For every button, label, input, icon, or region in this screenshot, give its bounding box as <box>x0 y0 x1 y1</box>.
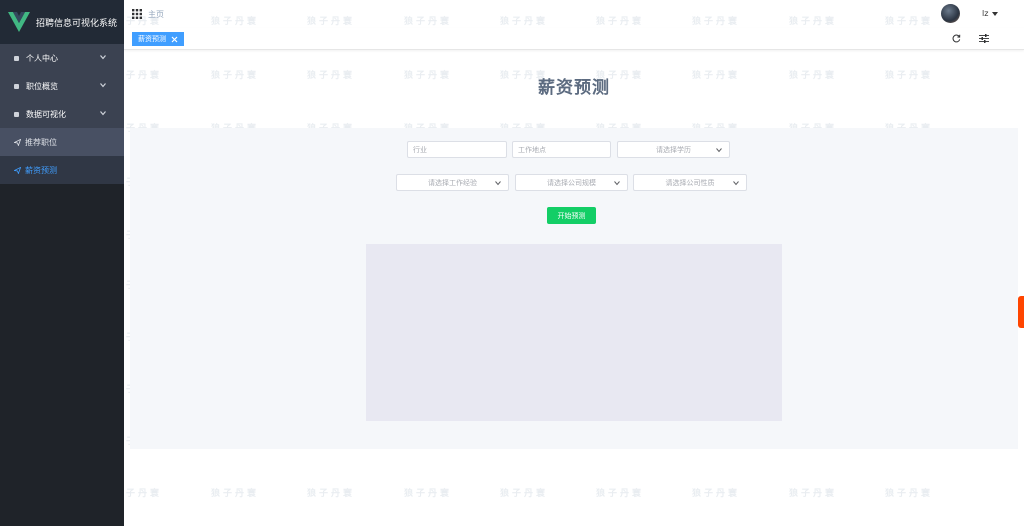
app-title: 招聘信息可视化系统 <box>36 18 118 29</box>
apps-grid-icon[interactable] <box>132 9 142 19</box>
tag-label: 薪资预测 <box>138 35 166 43</box>
watermark-text: 狼子丹寰 <box>500 489 549 499</box>
sidebar-item-data-visualization[interactable]: 数据可视化 <box>0 100 124 128</box>
menu-square-icon <box>14 83 19 89</box>
tags-view: 薪资预测 <box>124 28 1024 50</box>
watermark-text: 狼子丹寰 <box>596 489 645 499</box>
chevron-down-icon <box>614 181 620 186</box>
chevron-down-icon <box>495 181 501 186</box>
floating-side-tab[interactable] <box>1018 296 1024 328</box>
industry-input[interactable]: 行业 <box>407 141 507 158</box>
sidebar-item-label: 个人中心 <box>26 53 58 63</box>
location-input[interactable]: 工作地点 <box>512 141 611 158</box>
chevron-down-icon <box>100 111 106 116</box>
tag-salary-prediction[interactable]: 薪资预测 <box>132 32 184 46</box>
company-type-select[interactable]: 请选择公司性质 <box>633 174 747 191</box>
education-select[interactable]: 请选择学历 <box>617 141 730 158</box>
chevron-down-icon <box>100 83 106 88</box>
company-size-select[interactable]: 请选择公司规模 <box>515 174 628 191</box>
vue-logo-icon <box>8 12 30 32</box>
start-prediction-button[interactable]: 开始预测 <box>547 207 596 224</box>
sidebar-item-label: 职位概览 <box>26 81 58 91</box>
watermark-text: 狼子丹寰 <box>692 489 741 499</box>
experience-select[interactable]: 请选择工作经验 <box>396 174 509 191</box>
sidebar-item-jobs-overview[interactable]: 职位概览 <box>0 72 124 100</box>
sidebar-item-salary-prediction[interactable]: 薪资预测 <box>0 156 124 184</box>
watermark-text: 狼子丹寰 <box>789 489 838 499</box>
watermark-text: 狼子丹寰 <box>404 489 453 499</box>
send-icon <box>14 166 21 174</box>
menu-square-icon <box>14 111 19 117</box>
page-title: 薪资预测 <box>538 78 610 98</box>
send-icon <box>14 138 21 146</box>
sidebar-menu: 个人中心 职位概览 数据可视化 推荐职位 薪资预测 <box>0 44 124 184</box>
breadcrumb[interactable]: 主页 <box>148 9 164 20</box>
sidebar: 招聘信息可视化系统 个人中心 职位概览 数据可视化 推荐职位 薪资预测 <box>0 0 124 526</box>
avatar[interactable] <box>941 4 960 23</box>
watermark-text: 狼子丹寰 <box>307 489 356 499</box>
close-icon[interactable] <box>171 36 178 43</box>
menu-square-icon <box>14 55 19 61</box>
sidebar-item-label: 薪资预测 <box>25 165 57 175</box>
chevron-down-icon <box>100 55 106 60</box>
prediction-result-area <box>366 244 782 421</box>
sidebar-item-label: 推荐职位 <box>25 137 57 147</box>
sidebar-item-label: 数据可视化 <box>26 109 66 119</box>
sidebar-item-recommended-jobs[interactable]: 推荐职位 <box>0 128 124 156</box>
user-name[interactable]: lz <box>982 9 988 18</box>
refresh-icon[interactable] <box>952 34 961 43</box>
top-navbar: 主页 lz <box>124 0 1024 28</box>
settings-sliders-icon[interactable] <box>979 34 989 43</box>
watermark-text: 狼子丹寰 <box>211 489 260 499</box>
watermark-text: 狼子丹寰 <box>885 489 934 499</box>
chevron-down-icon <box>716 148 722 153</box>
sidebar-item-profile[interactable]: 个人中心 <box>0 44 124 72</box>
brand[interactable]: 招聘信息可视化系统 <box>0 0 124 44</box>
chevron-down-icon <box>733 181 739 186</box>
caret-down-icon[interactable] <box>992 12 998 16</box>
